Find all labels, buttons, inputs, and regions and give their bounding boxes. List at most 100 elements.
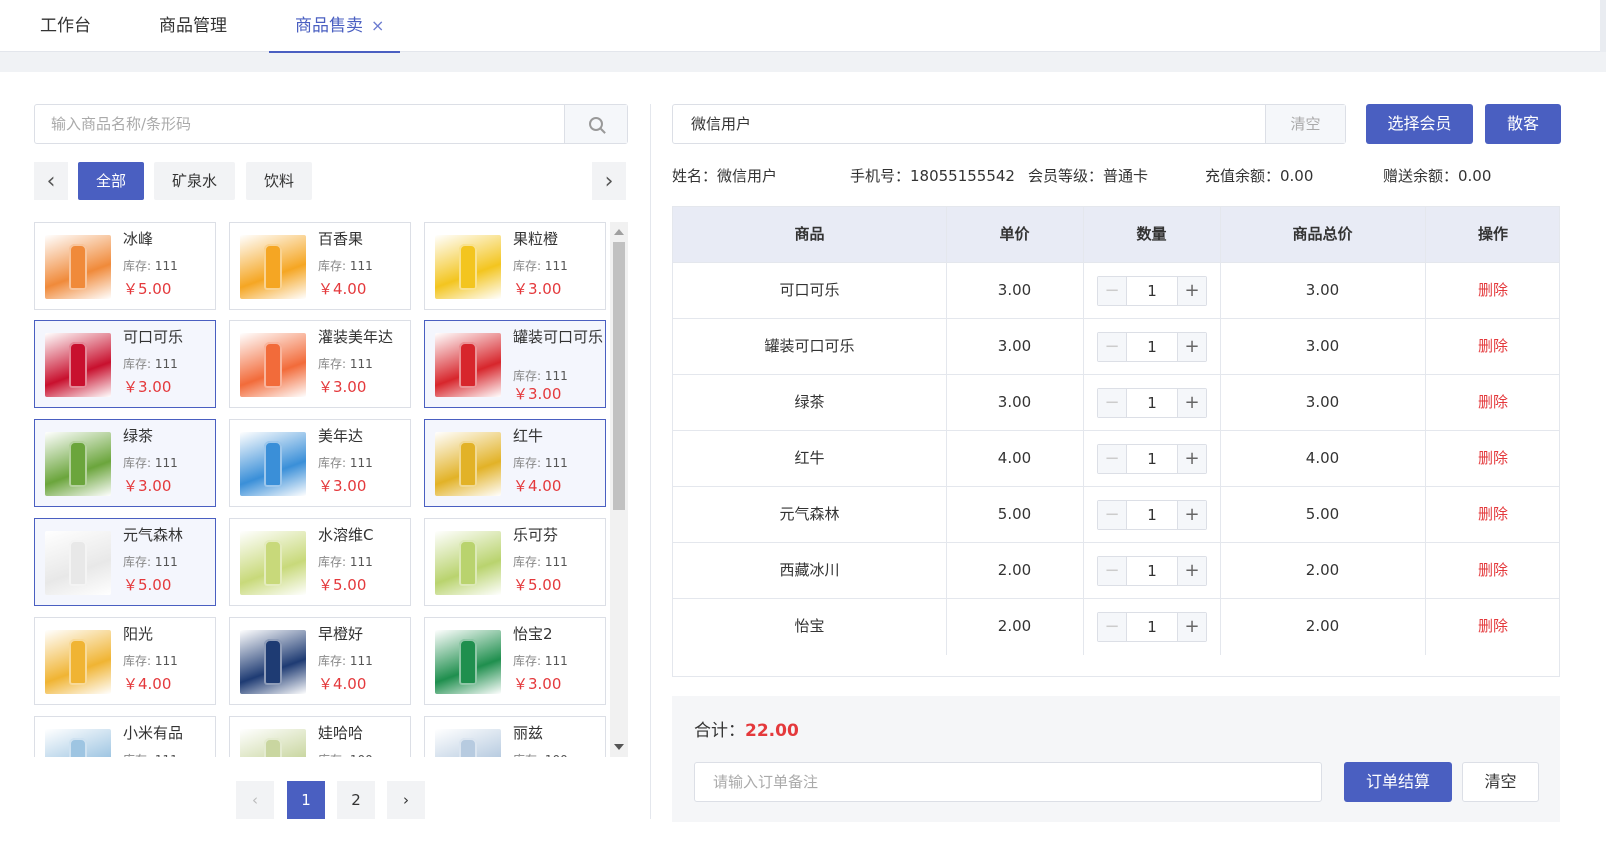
header-action: 操作 bbox=[1477, 225, 1508, 243]
minus-icon[interactable]: − bbox=[1098, 501, 1127, 529]
search-input[interactable] bbox=[35, 105, 565, 143]
cart-unit-price: 3.00 bbox=[997, 337, 1032, 355]
stock-value: 111 bbox=[349, 259, 373, 273]
product-card[interactable]: 早橙好 库存: 111 ￥4.00 bbox=[229, 617, 411, 705]
product-card[interactable]: 美年达 库存: 111 ￥3.00 bbox=[229, 419, 411, 507]
stock-value: 111 bbox=[349, 654, 373, 668]
plus-icon[interactable]: + bbox=[1177, 501, 1206, 529]
page-2-button[interactable]: 2 bbox=[337, 781, 375, 819]
quantity-input[interactable]: 1 bbox=[1127, 445, 1177, 473]
category-all[interactable]: 全部 bbox=[78, 162, 145, 200]
product-card[interactable]: 怡宝2 库存: 111 ￥3.00 bbox=[424, 617, 606, 705]
delete-link[interactable]: 删除 bbox=[1425, 375, 1559, 430]
scrollbar-thumb[interactable] bbox=[613, 242, 625, 510]
minus-icon[interactable]: − bbox=[1098, 445, 1127, 473]
cart-product-name: 元气森林 bbox=[779, 505, 840, 523]
product-card[interactable]: 灌装美年达 库存: 111 ￥3.00 bbox=[229, 320, 411, 408]
product-grid-scrollbar[interactable] bbox=[610, 222, 628, 757]
bottle-icon bbox=[264, 639, 282, 685]
category-next-button[interactable]: › bbox=[592, 162, 626, 200]
plus-icon[interactable]: + bbox=[1177, 445, 1206, 473]
quantity-stepper: −1 + bbox=[1097, 500, 1207, 530]
stock-value: 111 bbox=[544, 456, 568, 470]
main-panel: ‹ 全部 矿泉水 饮料 › 冰峰库存: 111￥5.00百香果库存: 111￥4… bbox=[0, 72, 1606, 856]
quantity-input[interactable]: 1 bbox=[1127, 501, 1177, 529]
cart-unit-price: 2.00 bbox=[997, 561, 1032, 579]
stock-value: 100 bbox=[545, 753, 568, 757]
delete-link[interactable]: 删除 bbox=[1425, 543, 1559, 598]
delete-link[interactable]: 删除 bbox=[1425, 319, 1559, 374]
product-card[interactable]: 丽兹库存: 100 bbox=[424, 716, 606, 757]
product-card[interactable]: 冰峰 库存: 111 ￥5.00 bbox=[34, 222, 216, 310]
minus-icon[interactable]: − bbox=[1098, 613, 1127, 641]
product-stock: 库存: 111 bbox=[123, 553, 178, 570]
page-prev-button[interactable]: ‹ bbox=[236, 781, 274, 819]
header-quantity: 数量 bbox=[1136, 225, 1167, 243]
quantity-input[interactable]: 1 bbox=[1127, 613, 1177, 641]
product-card[interactable]: 可口可乐 库存: 111 ￥3.00 bbox=[34, 320, 216, 408]
member-level: 会员等级：普通卡 bbox=[1028, 167, 1149, 185]
quantity-input[interactable]: 1 bbox=[1127, 277, 1177, 305]
guest-button[interactable]: 散客 bbox=[1485, 104, 1561, 144]
search-button[interactable] bbox=[564, 105, 627, 143]
delete-link[interactable]: 删除 bbox=[1425, 431, 1559, 486]
minus-icon[interactable]: − bbox=[1098, 277, 1127, 305]
product-card[interactable]: 阳光 库存: 111 ￥4.00 bbox=[34, 617, 216, 705]
product-name: 早橙好 bbox=[318, 625, 364, 643]
close-icon[interactable]: × bbox=[371, 16, 384, 35]
delete-link[interactable]: 删除 bbox=[1425, 487, 1559, 542]
product-card[interactable]: 罐装可口可乐 库存: 111 ￥3.00 bbox=[424, 320, 606, 408]
order-summary: 合计：22.00 订单结算 清空 bbox=[672, 696, 1560, 822]
cart-line-total: 2.00 bbox=[1305, 561, 1340, 579]
product-card[interactable]: 元气森林 库存: 111 ￥5.00 bbox=[34, 518, 216, 606]
quantity-input[interactable]: 1 bbox=[1127, 389, 1177, 417]
product-card[interactable]: 水溶维C 库存: 111 ￥5.00 bbox=[229, 518, 411, 606]
plus-icon[interactable]: + bbox=[1177, 613, 1206, 641]
product-stock: 库存: 111 bbox=[318, 652, 373, 669]
order-remark-input[interactable] bbox=[695, 763, 1321, 801]
product-price: ￥3.00 bbox=[318, 477, 367, 495]
member-clear-button[interactable]: 清空 bbox=[1265, 105, 1345, 143]
scroll-down-arrow-icon[interactable] bbox=[614, 744, 624, 750]
category-mineral-water[interactable]: 矿泉水 bbox=[154, 162, 236, 200]
delete-link[interactable]: 删除 bbox=[1425, 263, 1559, 318]
product-stock: 库存: 111 bbox=[513, 257, 568, 274]
delete-link[interactable]: 删除 bbox=[1425, 599, 1559, 654]
product-image bbox=[435, 432, 501, 496]
product-image bbox=[45, 432, 111, 496]
product-card[interactable]: 百香果 库存: 111 ￥4.00 bbox=[229, 222, 411, 310]
plus-icon[interactable]: + bbox=[1177, 333, 1206, 361]
plus-icon[interactable]: + bbox=[1177, 557, 1206, 585]
tab-workbench[interactable]: 工作台 bbox=[40, 0, 91, 52]
scroll-up-arrow-icon[interactable] bbox=[614, 229, 624, 235]
product-image bbox=[435, 729, 501, 757]
quantity-input[interactable]: 1 bbox=[1127, 557, 1177, 585]
select-member-button[interactable]: 选择会员 bbox=[1366, 104, 1473, 144]
checkout-button[interactable]: 订单结算 bbox=[1344, 762, 1452, 802]
member-field[interactable]: 微信用户 清空 bbox=[672, 104, 1346, 144]
tab-product-sales[interactable]: 商品售卖 × bbox=[268, 0, 401, 53]
plus-icon[interactable]: + bbox=[1177, 389, 1206, 417]
clear-order-button[interactable]: 清空 bbox=[1462, 762, 1539, 802]
stock-value: 111 bbox=[544, 369, 568, 383]
plus-icon[interactable]: + bbox=[1177, 277, 1206, 305]
product-card[interactable]: 绿茶 库存: 111 ￥3.00 bbox=[34, 419, 216, 507]
minus-icon[interactable]: − bbox=[1098, 557, 1127, 585]
tab-product-management[interactable]: 商品管理 bbox=[159, 0, 227, 52]
product-card[interactable]: 小米有品库存: 111 bbox=[34, 716, 216, 757]
page-1-button[interactable]: 1 bbox=[287, 781, 325, 819]
minus-icon[interactable]: − bbox=[1098, 389, 1127, 417]
product-card[interactable]: 娃哈哈库存: 100 bbox=[229, 716, 411, 757]
product-card[interactable]: 果粒橙 库存: 111 ￥3.00 bbox=[424, 222, 606, 310]
quantity-stepper: −1 + bbox=[1097, 612, 1207, 642]
minus-icon[interactable]: − bbox=[1098, 333, 1127, 361]
product-card[interactable]: 乐可芬 库存: 111 ￥5.00 bbox=[424, 518, 606, 606]
category-prev-button[interactable]: ‹ bbox=[34, 162, 68, 200]
product-price: ￥5.00 bbox=[513, 576, 562, 594]
page-next-button[interactable]: › bbox=[387, 781, 425, 819]
product-card[interactable]: 红牛 库存: 111 ￥4.00 bbox=[424, 419, 606, 507]
bottle-icon bbox=[459, 639, 477, 685]
quantity-input[interactable]: 1 bbox=[1127, 333, 1177, 361]
stock-label: 库存: bbox=[123, 357, 152, 371]
category-drinks[interactable]: 饮料 bbox=[246, 162, 313, 200]
